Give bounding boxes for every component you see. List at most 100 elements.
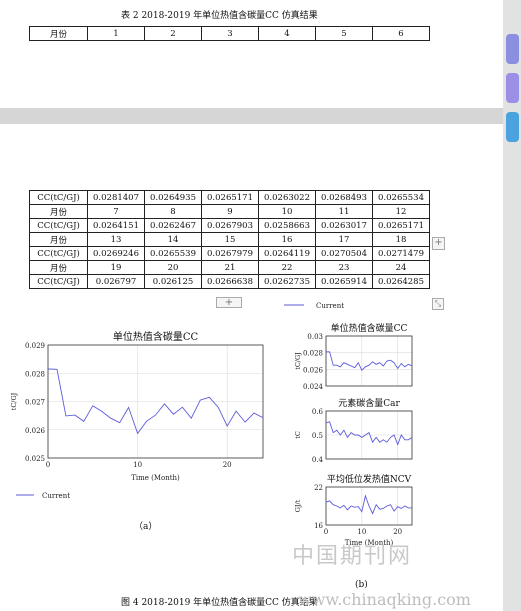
header-cell: 5 <box>315 26 373 41</box>
table-cell: 0.0266638 <box>201 274 259 289</box>
legend-label: Current <box>316 302 344 310</box>
table-row: 月份 7 8 9 10 11 12 <box>29 204 430 219</box>
table-cell: 0.0265534 <box>372 190 430 205</box>
table-cell: 0.0262735 <box>258 274 316 289</box>
row-label-cell: CC(tC/GJ) <box>29 218 88 233</box>
x-tick-label: 10 <box>133 461 142 469</box>
label-b: (b) <box>355 580 368 590</box>
table-cell: 0.0267903 <box>201 218 259 233</box>
x-axis-label: Time (Month) <box>131 474 180 482</box>
table-cell: 0.0265914 <box>315 274 373 289</box>
table-cell: 0.0265171 <box>201 190 259 205</box>
y-axis-label: tC/GJ <box>294 352 302 370</box>
table-cell: 0.026125 <box>144 274 202 289</box>
table-cell: 0.0264119 <box>258 246 316 261</box>
watermark-cn: 中国期刊网 <box>292 544 413 569</box>
table-cell: 0.0264935 <box>144 190 202 205</box>
table-cell: 0.0263017 <box>315 218 373 233</box>
table-cell: 18 <box>372 232 430 247</box>
y-tick-label: 0.026 <box>303 366 324 374</box>
y-tick-label: 0.028 <box>303 350 323 358</box>
table-cell: 24 <box>372 260 430 275</box>
table-row: CC(tC/GJ) 0.026797 0.026125 0.0266638 0.0262… <box>29 274 430 289</box>
figure-caption: 图 4 2018-2019 年单位热值含碳量CC 仿真结果 <box>121 598 318 608</box>
table-row: 月份 19 20 21 22 23 24 <box>29 260 430 275</box>
header-cell: 月份 <box>29 26 88 41</box>
header-cell: 1 <box>87 26 145 41</box>
plot-frame <box>325 335 413 387</box>
legend-label: Current <box>42 492 70 500</box>
row-label-cell: 月份 <box>29 204 88 219</box>
table-cell: 9 <box>201 204 259 219</box>
table-row: CC(tC/GJ) 0.0264151 0.0262467 0.0267903 0.02… <box>29 218 430 233</box>
watermark-url: www.chinaqking.com <box>298 590 471 609</box>
chart-title: 单位热值含碳量CC <box>113 330 199 343</box>
row-label-cell: 月份 <box>29 260 88 275</box>
table-cell: 15 <box>201 232 259 247</box>
table-cell: 11 <box>315 204 373 219</box>
side-tab-violet[interactable] <box>506 73 519 103</box>
series-line <box>326 351 413 371</box>
table-cell: 20 <box>144 260 202 275</box>
table-cell: 0.0262467 <box>144 218 202 233</box>
table-cell: 7 <box>87 204 145 219</box>
header-cell: 4 <box>258 26 316 41</box>
x-tick-label: 10 <box>357 528 366 536</box>
y-tick-label: 0.028 <box>25 370 45 378</box>
table-cell: 16 <box>258 232 316 247</box>
y-tick-label: 0.5 <box>312 432 323 440</box>
x-tick-label: 20 <box>223 461 232 469</box>
x-tick-label: 20 <box>393 528 402 536</box>
table-cell: 0.0270504 <box>315 246 373 261</box>
table-cell: 0.0263022 <box>258 190 316 205</box>
header-table: 月份 1 2 3 4 5 6 <box>29 26 430 41</box>
table-cell: 0.0269246 <box>87 246 145 261</box>
table-resize-handle[interactable]: ⤡ <box>432 298 444 310</box>
table-cell: 12 <box>372 204 430 219</box>
table-cell: 14 <box>144 232 202 247</box>
y-tick-label: 0.029 <box>25 342 45 350</box>
y-tick-label: 0.026 <box>25 427 46 435</box>
table-cell: 21 <box>201 260 259 275</box>
y-tick-label: 0.025 <box>25 455 45 463</box>
table-cell: 13 <box>87 232 145 247</box>
table-row: CC(tC/GJ) 0.0281407 0.0264935 0.0265171 0.02… <box>29 190 430 205</box>
y-axis-label: tC/GJ <box>10 392 18 410</box>
chart-title: 元素碳含量Car <box>338 397 400 409</box>
chart-a: 单位热值含碳量CC 0.025 0.026 0.027 0.028 0.029 0 10 20 T… <box>10 330 264 500</box>
x-tick-label: 0 <box>324 528 328 536</box>
table-cell: 10 <box>258 204 316 219</box>
table-cell: 0.0264285 <box>372 274 430 289</box>
y-tick-label: 0.6 <box>312 408 324 416</box>
chart-title: 单位热值含碳量CC <box>331 322 408 334</box>
y-tick-label: 22 <box>314 484 323 492</box>
y-axis-label: tC <box>294 431 302 439</box>
y-tick-label: 0.024 <box>303 383 324 391</box>
side-tab-blue[interactable] <box>506 112 519 142</box>
table-title: 表 2 2018-2019 年单位热值含碳量CC 仿真结果 <box>121 11 318 21</box>
table-cell: 22 <box>258 260 316 275</box>
add-column-handle[interactable]: + <box>432 237 445 250</box>
header-cell: 3 <box>201 26 259 41</box>
table-cell: 8 <box>144 204 202 219</box>
series-line <box>325 494 412 515</box>
table-cell: 23 <box>315 260 373 275</box>
table-cell: 0.026797 <box>87 274 145 289</box>
side-tab-purple[interactable] <box>506 34 519 64</box>
series-line <box>325 421 413 446</box>
table-cell: 0.0258663 <box>258 218 316 233</box>
row-label-cell: CC(tC/GJ) <box>29 246 88 261</box>
header-cell: 2 <box>144 26 202 41</box>
table-cell: 19 <box>87 260 145 275</box>
table-cell: 0.0265539 <box>144 246 202 261</box>
add-row-handle[interactable]: + <box>216 297 242 308</box>
table-row: 月份 13 14 15 16 17 18 <box>29 232 430 247</box>
chart-b: Current 单位热值含碳量CC 0.024 0.026 0.028 0.03 tC/GJ… <box>284 302 413 547</box>
y-tick-label: 16 <box>314 522 323 530</box>
label-a: （a） <box>134 522 158 532</box>
y-tick-label: 0.027 <box>25 399 45 407</box>
table-cell: 0.0265171 <box>372 218 430 233</box>
table-row: CC(tC/GJ) 0.0269246 0.0265539 0.0267979 0.02… <box>29 246 430 261</box>
x-tick-label: 0 <box>46 461 50 469</box>
table-cell: 0.0271479 <box>372 246 430 261</box>
